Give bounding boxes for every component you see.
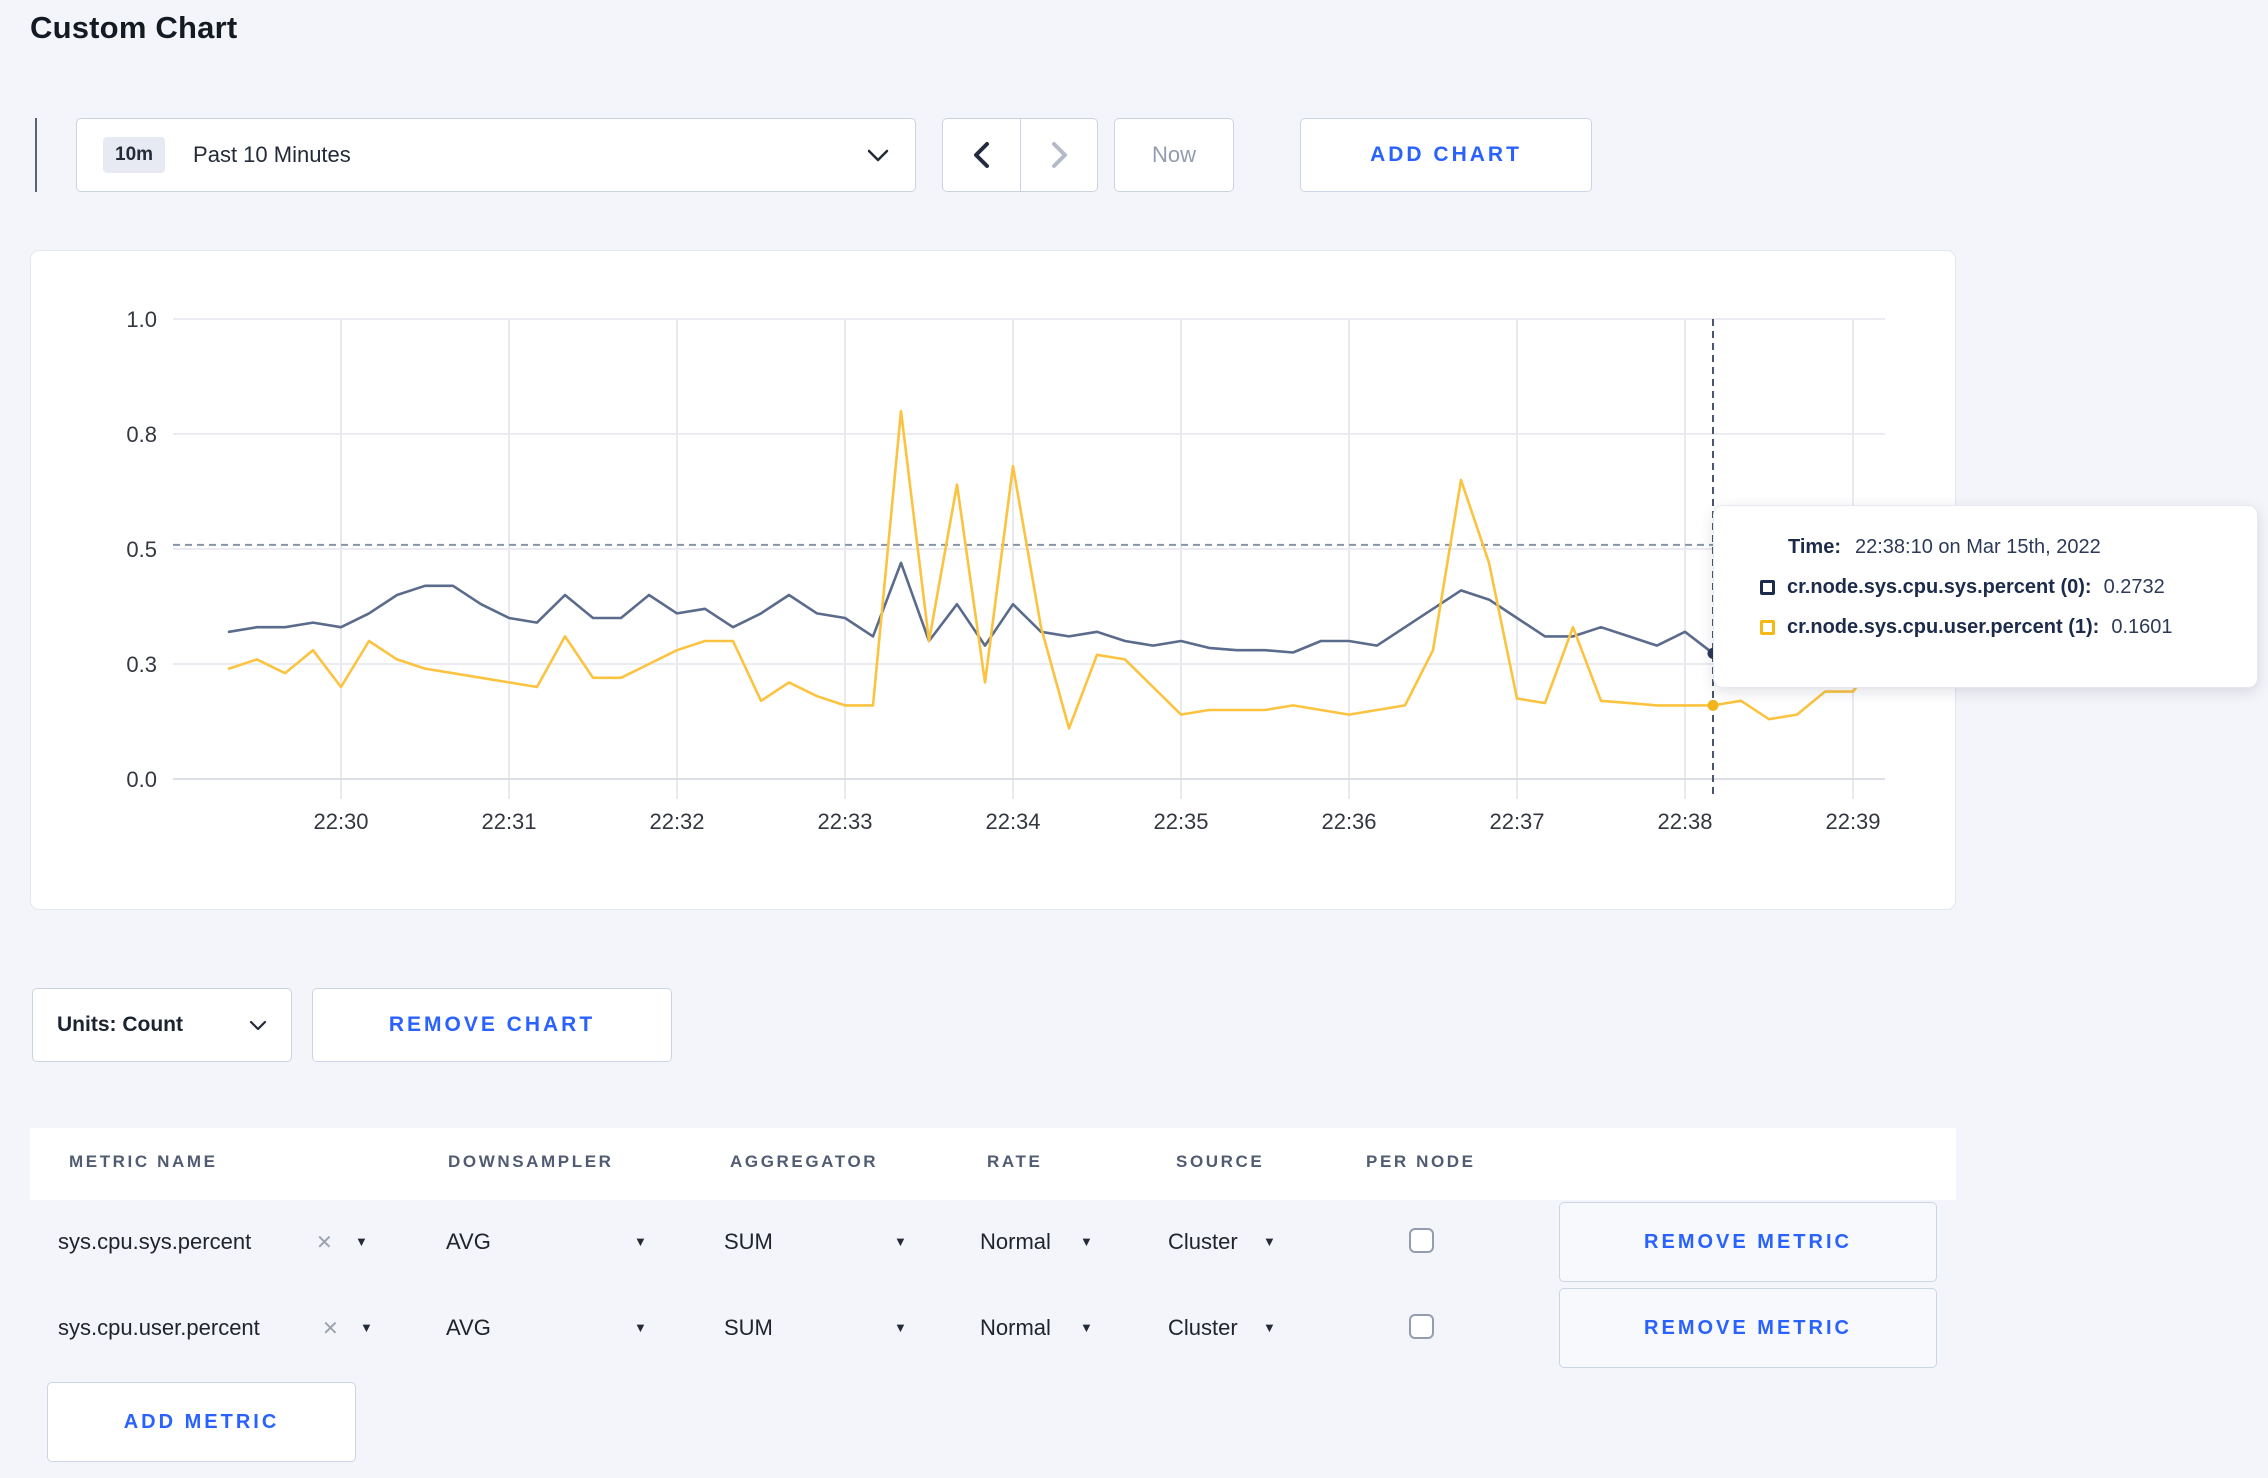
tooltip-series-label: cr.node.sys.cpu.sys.percent (0):	[1787, 576, 2092, 598]
tooltip-time-value: 22:38:10 on Mar 15th, 2022	[1854, 536, 2101, 558]
svg-text:22:34: 22:34	[985, 809, 1040, 834]
svg-text:22:31: 22:31	[481, 809, 536, 834]
source-select[interactable]: Cluster	[1168, 1315, 1238, 1341]
timeseries-chart[interactable]: 0.0 0.3 0.5 0.8 1.0 22:30 22:31 22:32 22:33 22:34…	[31, 251, 1957, 911]
aggregator-select[interactable]: SUM	[724, 1315, 773, 1341]
remove-metric-button[interactable]: REMOVE METRIC	[1559, 1202, 1937, 1282]
downsampler-caret-icon[interactable]: ▼	[634, 1320, 647, 1335]
chevron-down-icon	[249, 1020, 267, 1030]
units-select[interactable]: Units: Count	[32, 988, 292, 1062]
svg-text:22:35: 22:35	[1153, 809, 1208, 834]
downsampler-select[interactable]: AVG	[446, 1229, 491, 1255]
user-series-swatch-icon	[1760, 620, 1775, 635]
controls-left-divider	[35, 118, 37, 192]
add-metric-button[interactable]: ADD METRIC	[47, 1382, 356, 1462]
clear-metric-icon[interactable]: ✕	[322, 1316, 339, 1341]
source-caret-icon[interactable]: ▼	[1263, 1234, 1276, 1249]
tooltip-series-label: cr.node.sys.cpu.user.percent (1):	[1787, 616, 2100, 638]
per-node-checkbox[interactable]	[1409, 1314, 1434, 1339]
downsampler-select[interactable]: AVG	[446, 1315, 491, 1341]
chevron-down-icon	[867, 149, 889, 161]
metric-name-select[interactable]: sys.cpu.sys.percent	[58, 1229, 251, 1255]
col-header-per-node: PER NODE	[1366, 1152, 1476, 1171]
aggregator-caret-icon[interactable]: ▼	[894, 1320, 907, 1335]
tooltip-series-value: 0.1601	[2111, 616, 2173, 638]
col-header-source: SOURCE	[1176, 1152, 1265, 1171]
svg-text:0.0: 0.0	[126, 767, 157, 792]
svg-text:22:39: 22:39	[1825, 809, 1880, 834]
svg-text:0.5: 0.5	[126, 537, 157, 562]
tooltip-series-value: 0.2732	[2103, 576, 2165, 598]
svg-text:22:32: 22:32	[649, 809, 704, 834]
svg-text:22:37: 22:37	[1489, 809, 1544, 834]
aggregator-caret-icon[interactable]: ▼	[894, 1234, 907, 1249]
svg-text:22:30: 22:30	[313, 809, 368, 834]
rate-select[interactable]: Normal	[980, 1315, 1051, 1341]
time-window-badge: 10m	[103, 137, 166, 173]
time-window-label: Past 10 Minutes	[193, 142, 351, 167]
chevron-left-icon	[974, 142, 989, 168]
col-header-metric-name: METRIC NAME	[69, 1152, 218, 1171]
source-caret-icon[interactable]: ▼	[1263, 1320, 1276, 1335]
col-header-aggregator: AGGREGATOR	[730, 1152, 879, 1171]
source-select[interactable]: Cluster	[1168, 1229, 1238, 1255]
chevron-right-icon	[1051, 142, 1067, 168]
svg-text:22:33: 22:33	[817, 809, 872, 834]
svg-text:22:38: 22:38	[1657, 809, 1712, 834]
units-label: Units: Count	[57, 1013, 183, 1036]
remove-chart-button[interactable]: REMOVE CHART	[312, 988, 672, 1062]
chart-tooltip: Time: 22:38:10 on Mar 15th, 2022 cr.node…	[1713, 505, 2258, 688]
col-header-downsampler: DOWNSAMPLER	[448, 1152, 614, 1171]
aggregator-select[interactable]: SUM	[724, 1229, 773, 1255]
time-step-group	[942, 118, 1098, 192]
now-button[interactable]: Now	[1114, 118, 1234, 192]
svg-text:1.0: 1.0	[126, 307, 157, 332]
svg-text:0.3: 0.3	[126, 652, 157, 677]
remove-metric-button[interactable]: REMOVE METRIC	[1559, 1288, 1937, 1368]
svg-text:0.8: 0.8	[126, 422, 157, 447]
chart-card: 0.0 0.3 0.5 0.8 1.0 22:30 22:31 22:32 22:33 22:34…	[30, 250, 1956, 910]
per-node-checkbox[interactable]	[1409, 1228, 1434, 1253]
col-header-rate: RATE	[987, 1152, 1043, 1171]
add-chart-button[interactable]: ADD CHART	[1300, 118, 1592, 192]
metric-caret-icon[interactable]: ▼	[360, 1320, 373, 1335]
clear-metric-icon[interactable]: ✕	[316, 1230, 333, 1255]
time-forward-button[interactable]	[1020, 119, 1097, 191]
time-back-button[interactable]	[943, 119, 1020, 191]
svg-text:22:36: 22:36	[1321, 809, 1376, 834]
page-title: Custom Chart	[30, 10, 238, 45]
metric-caret-icon[interactable]: ▼	[355, 1234, 368, 1249]
rate-caret-icon[interactable]: ▼	[1080, 1320, 1093, 1335]
downsampler-caret-icon[interactable]: ▼	[634, 1234, 647, 1249]
tooltip-time-label: Time:	[1788, 536, 1841, 558]
metric-name-select[interactable]: sys.cpu.user.percent	[58, 1315, 260, 1341]
rate-select[interactable]: Normal	[980, 1229, 1051, 1255]
rate-caret-icon[interactable]: ▼	[1080, 1234, 1093, 1249]
time-window-select[interactable]: 10m Past 10 Minutes	[76, 118, 916, 192]
sys-series-swatch-icon	[1760, 580, 1775, 595]
